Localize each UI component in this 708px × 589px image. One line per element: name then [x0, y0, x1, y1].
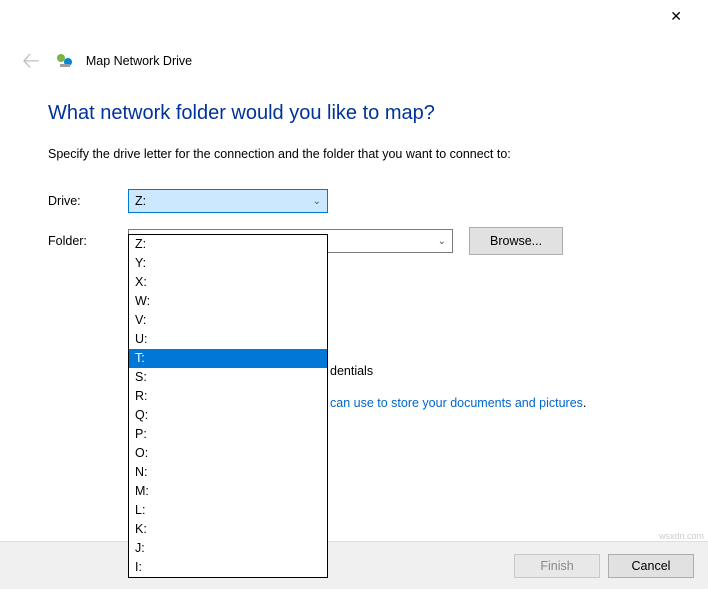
drive-option[interactable]: O: [129, 444, 327, 463]
finish-button: Finish [514, 554, 600, 578]
drive-option[interactable]: W: [129, 292, 327, 311]
drive-option[interactable]: P: [129, 425, 327, 444]
chevron-down-icon: ⌄ [438, 236, 446, 247]
wizard-header: 🡠 Map Network Drive [0, 32, 708, 86]
content-area: What network folder would you like to ma… [0, 86, 708, 255]
chevron-down-icon: ⌄ [313, 196, 321, 207]
folder-label: Folder: [48, 234, 128, 248]
drive-option[interactable]: L: [129, 501, 327, 520]
network-drive-icon [56, 52, 74, 70]
drive-option[interactable]: V: [129, 311, 327, 330]
titlebar: ✕ [0, 0, 708, 32]
drive-label: Drive: [48, 194, 128, 208]
page-heading: What network folder would you like to ma… [48, 102, 660, 125]
watermark: wsxdn.com [659, 531, 704, 541]
drive-option[interactable]: R: [129, 387, 327, 406]
close-icon[interactable]: ✕ [656, 2, 696, 31]
cancel-button[interactable]: Cancel [608, 554, 694, 578]
drive-option[interactable]: T: [129, 349, 327, 368]
page-subtext: Specify the drive letter for the connect… [48, 147, 660, 161]
drive-option[interactable]: S: [129, 368, 327, 387]
window-title: Map Network Drive [86, 54, 192, 68]
drive-option[interactable]: Y: [129, 254, 327, 273]
credentials-text-fragment: dentials [330, 364, 373, 378]
drive-option[interactable]: U: [129, 330, 327, 349]
drive-select[interactable]: Z: ⌄ [128, 189, 328, 213]
drive-row: Drive: Z: ⌄ [48, 189, 660, 213]
drive-option[interactable]: Z: [129, 235, 327, 254]
drive-dropdown-list[interactable]: Z:Y:X:W:V:U:T:S:R:Q:P:O:N:M:L:K:J:I: [128, 234, 328, 578]
drive-option[interactable]: K: [129, 520, 327, 539]
drive-option[interactable]: I: [129, 558, 327, 577]
drive-option[interactable]: J: [129, 539, 327, 558]
drive-option[interactable]: M: [129, 482, 327, 501]
browse-button[interactable]: Browse... [469, 227, 563, 255]
website-link-fragment[interactable]: can use to store your documents and pict… [330, 396, 586, 410]
drive-option[interactable]: X: [129, 273, 327, 292]
drive-option[interactable]: N: [129, 463, 327, 482]
drive-select-value: Z: [135, 194, 146, 208]
back-arrow-icon[interactable]: 🡠 [18, 46, 44, 76]
drive-option[interactable]: Q: [129, 406, 327, 425]
footer-bar: Finish Cancel [0, 541, 708, 589]
